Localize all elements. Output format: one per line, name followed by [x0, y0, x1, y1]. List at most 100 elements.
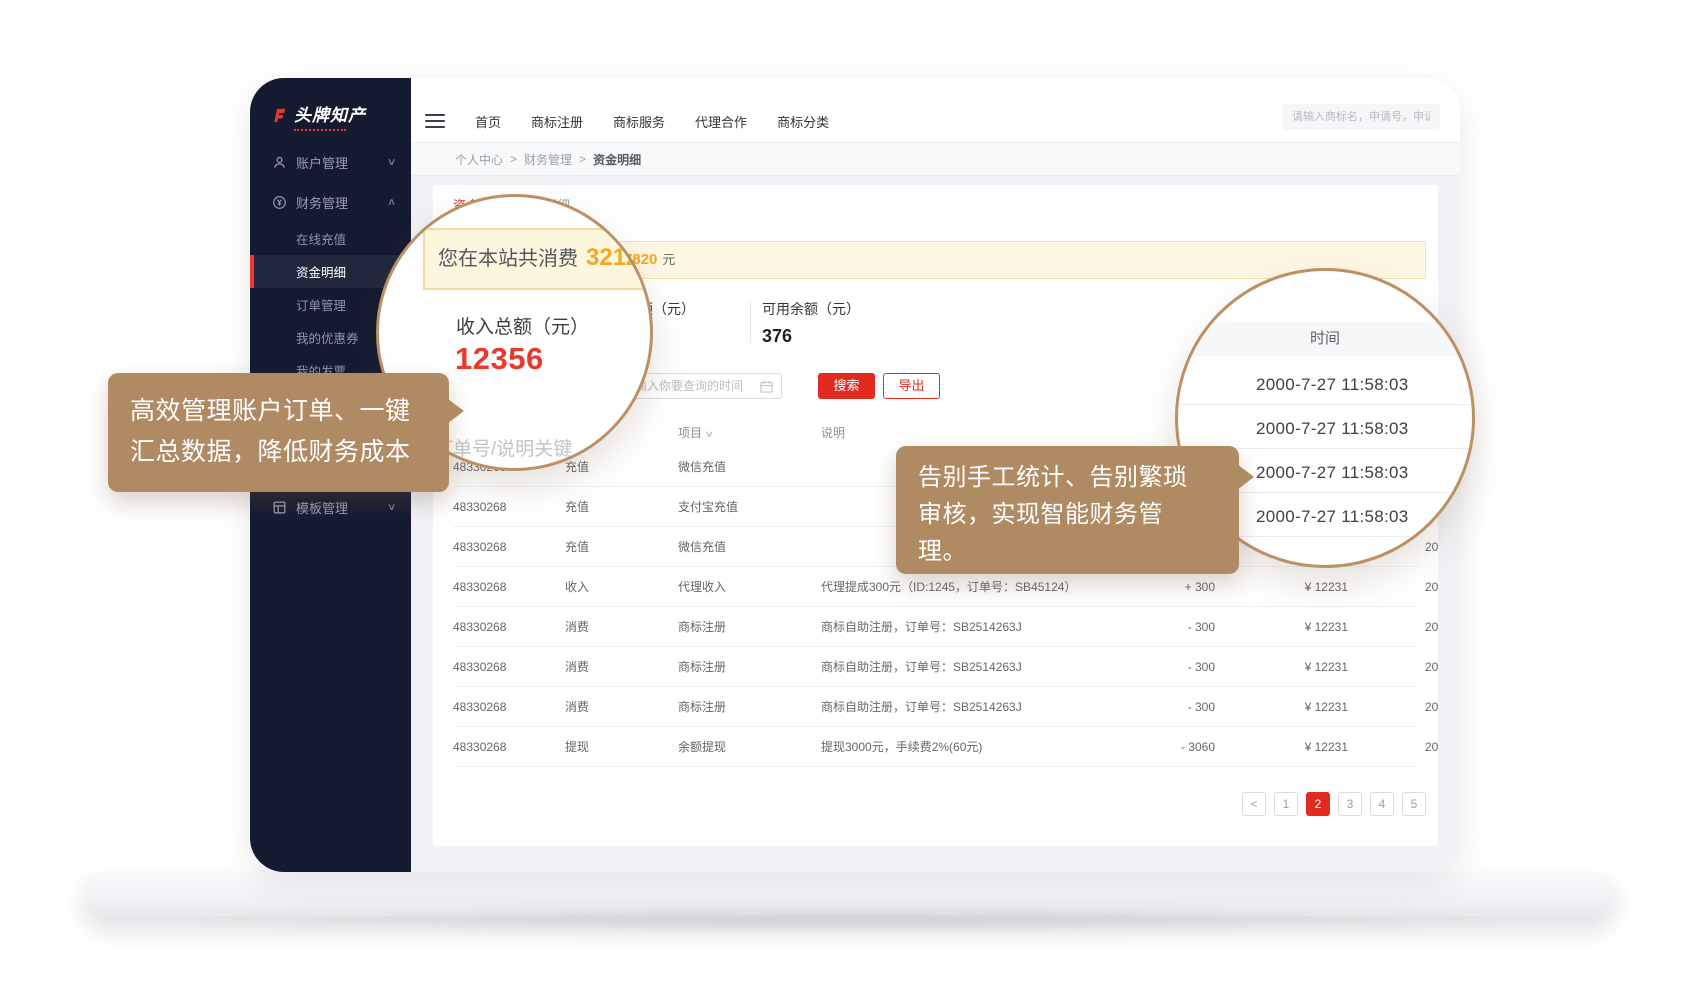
chevron-down-icon: ∨: [705, 429, 714, 440]
logo-icon: [270, 106, 289, 125]
cell-type: 充值: [565, 458, 678, 475]
pagination: <12345: [1242, 792, 1426, 816]
user-icon: [272, 155, 287, 170]
magnified-time-value: 2000-7-27 11:58:03: [1256, 463, 1409, 483]
cell-order-no: 48330268: [453, 540, 565, 554]
sidebar-item-account-management[interactable]: 账户管理 ∨: [250, 142, 411, 182]
cell-order-no: 48330268: [453, 620, 565, 634]
magnified-time-value: 2000-7-27 11:58:03: [1256, 419, 1409, 439]
cell-balance: ¥ 12231: [1215, 580, 1348, 594]
nav-item-2[interactable]: 商标服务: [613, 112, 665, 131]
logo-text: 头牌知产: [294, 106, 366, 125]
callout-text-line: 汇总数据，降低财务成本: [130, 432, 427, 473]
pagination-prev-button[interactable]: <: [1242, 792, 1266, 816]
nav-item-3[interactable]: 代理合作: [695, 112, 747, 131]
search-button[interactable]: 搜索: [818, 373, 875, 399]
cell-description: 商标自助注册，订单号：SB2514263J: [821, 618, 1153, 635]
table-row: 48330268消费商标注册商标自助注册，订单号：SB2514263J- 300…: [453, 687, 1418, 727]
cell-description: 商标自助注册，订单号：SB2514263J: [821, 658, 1153, 675]
pagination-page-4[interactable]: 4: [1370, 792, 1394, 816]
cell-item: 代理收入: [678, 578, 821, 595]
cell-time: 2000-7-27 11:58:03: [1348, 620, 1438, 634]
pagination-page-3[interactable]: 3: [1338, 792, 1362, 816]
sidebar-item-label: 在线充值: [296, 229, 346, 248]
magnified-keyword-placeholder: 订单号/说明关键: [434, 434, 572, 461]
magnified-banner-amount: 32124: [586, 244, 653, 271]
cell-time: 2000-7-27 11:58:03: [1348, 660, 1438, 674]
table-row: 48330268提现余额提现提现3000元，手续费2%(60元)- 3060¥ …: [453, 727, 1418, 767]
nav-item-4[interactable]: 商标分类: [777, 112, 829, 131]
cell-item: 微信充值: [678, 538, 821, 555]
cell-item: 余额提现: [678, 738, 821, 755]
stat-balance: 可用余额（元） 376: [762, 299, 860, 347]
sidebar-item-label: 资金明细: [296, 262, 346, 281]
pagination-page-1[interactable]: 1: [1274, 792, 1298, 816]
stats-divider: [750, 301, 751, 343]
callout-text-line: 告别手工统计、告别繁琐: [918, 459, 1217, 496]
cell-amount: - 300: [1153, 660, 1215, 674]
finance-icon: [272, 195, 287, 210]
sidebar-item-finance-management[interactable]: 财务管理∧: [250, 182, 411, 222]
table-row: 48330268消费商标注册商标自助注册，订单号：SB2514263J- 300…: [453, 607, 1418, 647]
sidebar-item-label: 模板管理: [296, 498, 348, 517]
menu-hamburger-icon[interactable]: [425, 114, 445, 128]
cell-order-no: 48330268: [453, 700, 565, 714]
cell-amount: - 300: [1153, 700, 1215, 714]
sidebar-item-label: 订单管理: [296, 295, 346, 314]
pagination-page-5[interactable]: 5: [1402, 792, 1426, 816]
cell-order-no: 48330268: [453, 500, 565, 514]
search-input[interactable]: [1282, 104, 1440, 130]
cell-item: 商标注册: [678, 658, 821, 675]
breadcrumb-separator: >: [510, 152, 517, 166]
cell-type: 充值: [565, 498, 678, 515]
cell-amount: + 300: [1153, 580, 1215, 594]
export-button[interactable]: 导出: [883, 373, 940, 399]
header-desc: 说明: [821, 424, 1153, 441]
logo-subtext-dots: [294, 129, 346, 131]
sidebar-item-template-management[interactable]: 模板管理 ∨: [250, 487, 411, 527]
cell-description: 代理提成300元（ID:1245，订单号：SB45124）: [821, 578, 1153, 595]
magnified-stat-label: 收入总额（元）: [456, 312, 589, 339]
breadcrumb-item[interactable]: 财务管理: [524, 151, 572, 168]
nav-item-1[interactable]: 商标注册: [531, 112, 583, 131]
sidebar-item-label: 账户管理: [296, 153, 348, 172]
magnified-banner: 您在本站共消费32124: [423, 228, 653, 290]
cell-order-no: 48330268: [453, 660, 565, 674]
magnified-time-value: 2000-7-27 11:58:03: [1256, 507, 1409, 527]
page-canvas: 头牌知产 账户管理∨财务管理∧在线充值资金明细订单管理我的优惠券我的发票模板管理…: [0, 0, 1696, 1002]
cell-type: 消费: [565, 698, 678, 715]
topbar: 首页 商标注册 商标服务 代理合作 商标分类: [411, 78, 1460, 143]
magnified-time-header: 时间: [1178, 322, 1472, 356]
cell-time: 2000-7-27 11:58:03: [1348, 700, 1438, 714]
cell-amount: - 300: [1153, 620, 1215, 634]
logo: 头牌知产: [270, 106, 366, 131]
chevron-up-icon: ∧: [387, 197, 397, 208]
sidebar-item-online-recharge[interactable]: 在线充值: [250, 222, 411, 255]
cell-type: 充值: [565, 538, 678, 555]
cell-balance: ¥ 12231: [1215, 700, 1348, 714]
stat-label: 可用余额（元）: [762, 299, 860, 319]
chevron-down-icon: ∨: [387, 157, 397, 168]
template-icon: [272, 500, 287, 515]
breadcrumb-item: 资金明细: [593, 151, 641, 168]
cell-order-no: 48330268: [453, 580, 565, 594]
chevron-down-icon: ∨: [387, 502, 397, 513]
header-item[interactable]: 项目∨: [678, 424, 821, 441]
cell-balance: ¥ 12231: [1215, 660, 1348, 674]
callout-left: 高效管理账户订单、一键汇总数据，降低财务成本: [108, 373, 449, 492]
cell-balance: ¥ 12231: [1215, 740, 1348, 754]
cell-description: 商标自助注册，订单号：SB2514263J: [821, 698, 1153, 715]
pagination-page-2[interactable]: 2: [1306, 792, 1330, 816]
cell-type: 收入: [565, 578, 678, 595]
cell-time: 2000-7-27 11:58:03: [1348, 740, 1438, 754]
nav-item-0[interactable]: 首页: [475, 112, 501, 131]
table-row: 48330268消费商标注册商标自助注册，订单号：SB2514263J- 300…: [453, 647, 1418, 687]
breadcrumb-item[interactable]: 个人中心: [455, 151, 503, 168]
callout-text-line: 理。: [918, 533, 1217, 570]
magnified-time-value: 2000-7-27 11:58:03: [1256, 375, 1409, 395]
cell-item: 商标注册: [678, 618, 821, 635]
magnified-row-divider: [1178, 404, 1472, 405]
callout-text-line: 高效管理账户订单、一键: [130, 391, 427, 432]
cell-description: 提现3000元，手续费2%(60元): [821, 738, 1153, 755]
cell-type: 消费: [565, 658, 678, 675]
